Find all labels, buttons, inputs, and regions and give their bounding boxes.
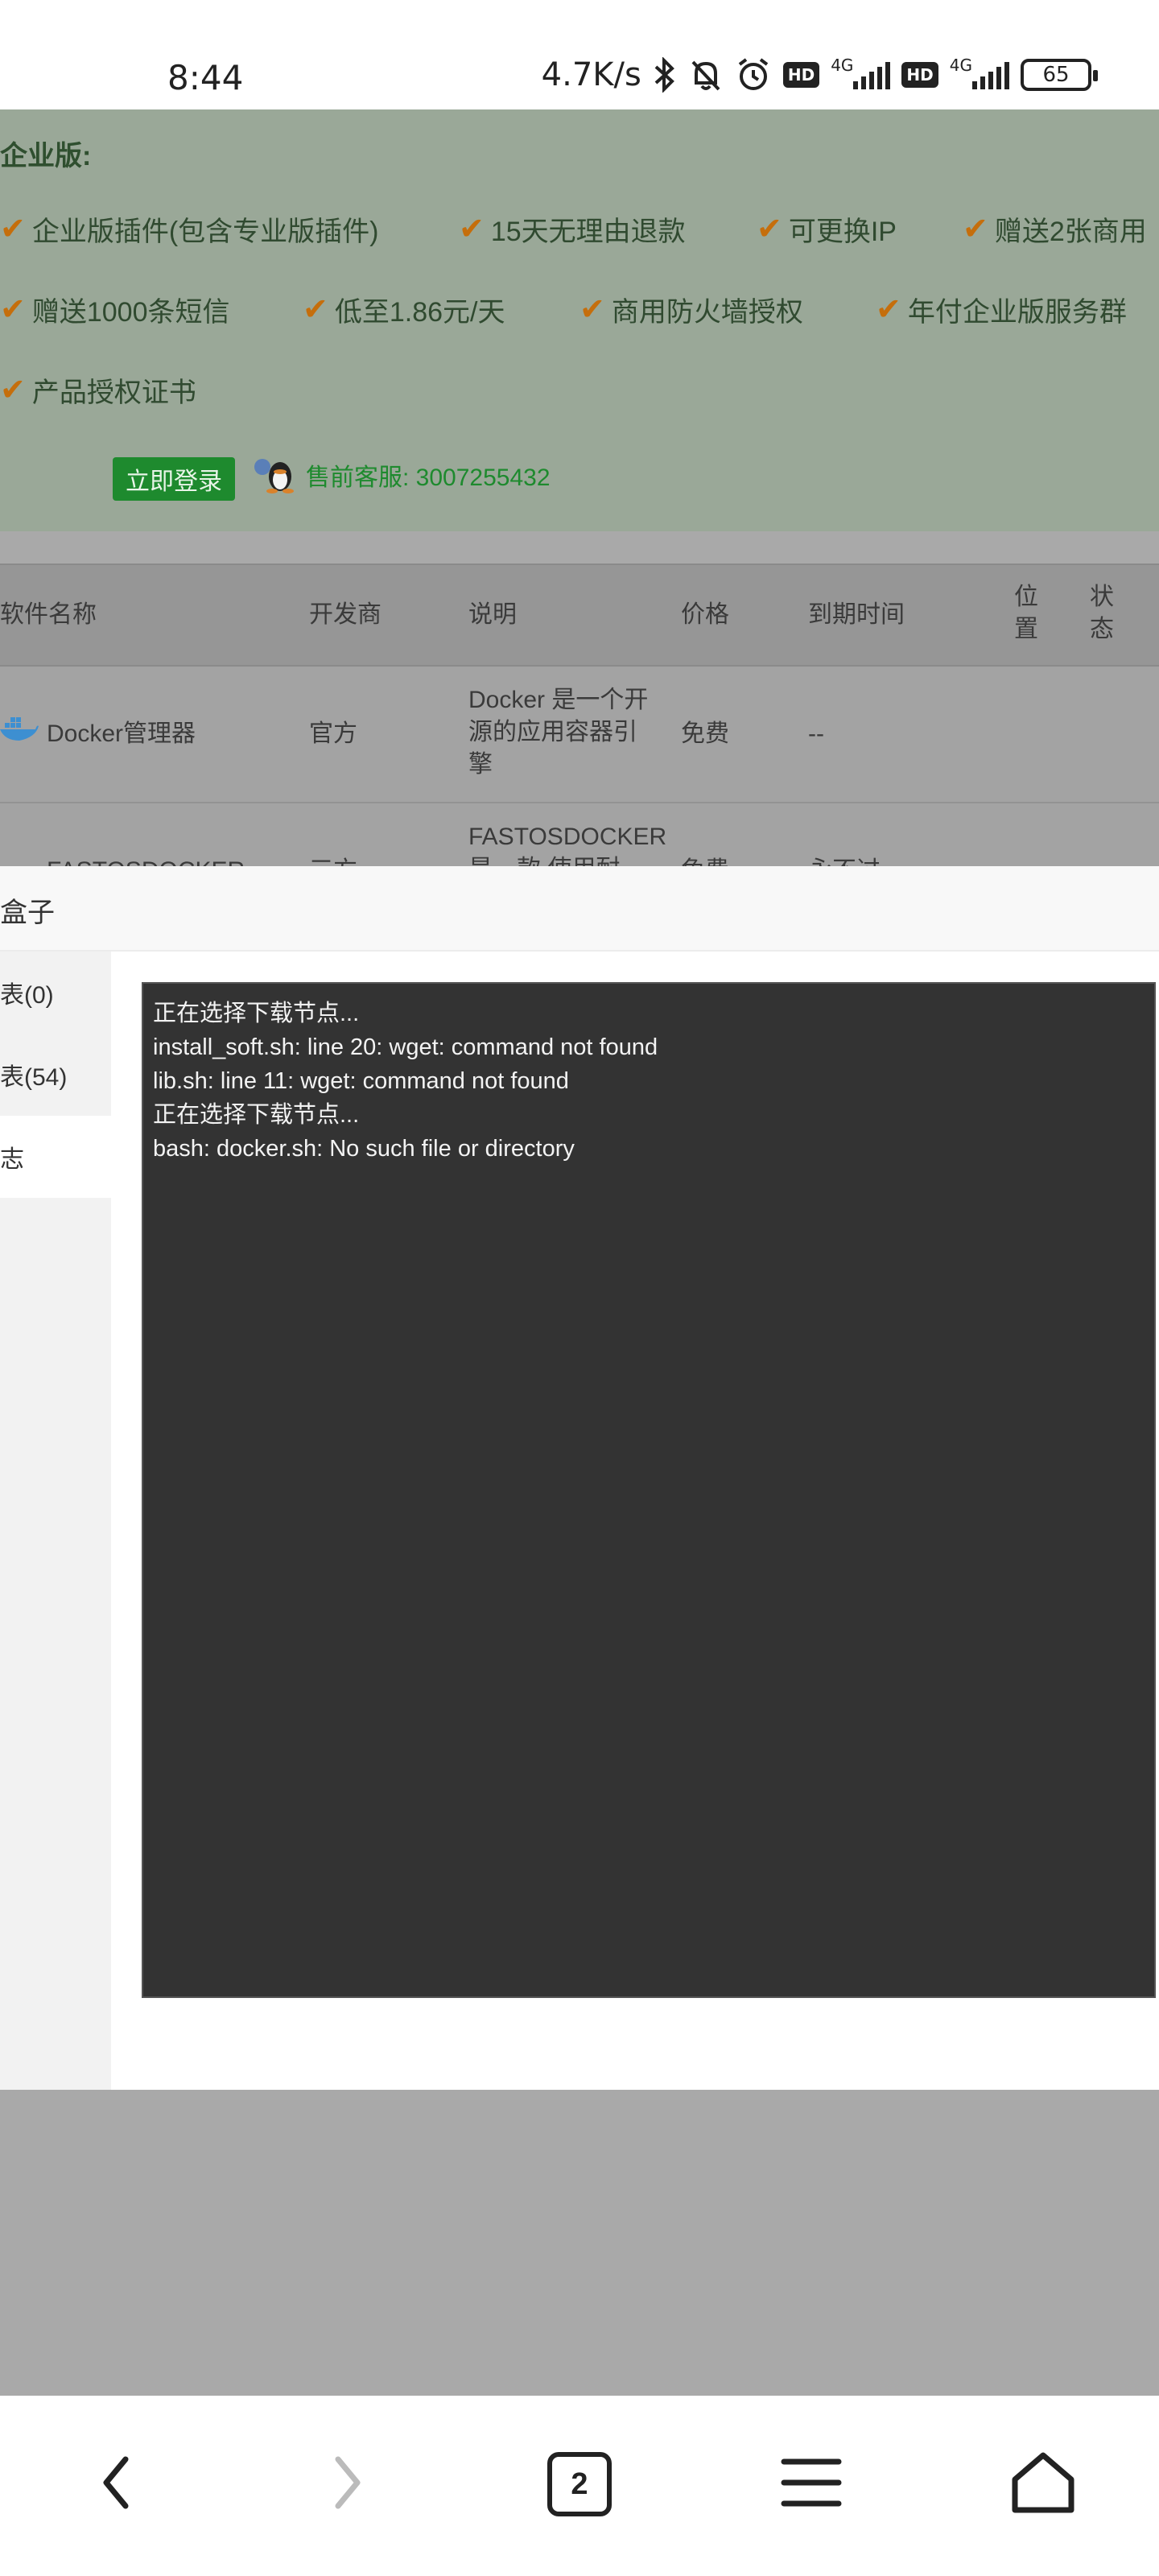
qq-icon: [251, 456, 298, 494]
enterprise-promo: 企业版: ✔ 企业版插件(包含专业版插件) ✔ 15天无理由退款 ✔ 可更换IP ✔ 赠…: [0, 109, 1159, 531]
menu-button[interactable]: [771, 2444, 852, 2524]
modal-body: 正在选择下载节点... install_soft.sh: line 20: wg…: [111, 952, 1159, 2090]
row-description: Docker 是一个开源的应用容器引擎: [468, 687, 649, 778]
check-icon: ✔: [303, 293, 328, 327]
check-icon: ✔: [0, 293, 26, 327]
menu-icon: [781, 2457, 842, 2512]
col-expiry: 到期时间: [808, 601, 905, 628]
sidebar-item-list[interactable]: 表(54): [0, 1034, 111, 1116]
row-expiry: --: [808, 720, 824, 747]
back-button[interactable]: [76, 2444, 156, 2524]
col-description: 说明: [468, 601, 517, 628]
status-bar: 8:44 4.7K/s HD 4G HD 4G 65: [0, 0, 1159, 109]
col-developer: 开发商: [309, 601, 382, 628]
log-line: install_soft.sh: line 20: wget: command …: [153, 1034, 658, 1060]
check-icon: ✔: [757, 213, 782, 246]
feature-item: ✔ 赠送2张商用: [963, 213, 1147, 247]
browser-nav-bar: 2: [0, 2396, 1159, 2576]
home-icon: [1010, 2450, 1076, 2519]
docker-icon: [0, 713, 39, 745]
feature-item: ✔ 赠送1000条短信: [0, 293, 230, 328]
col-price: 价格: [681, 601, 729, 628]
col-status: 状态: [1090, 584, 1114, 642]
sidebar-item-queue[interactable]: 表(0): [0, 952, 111, 1034]
battery-icon: 65: [1021, 59, 1098, 91]
login-button[interactable]: 立即登录: [113, 457, 235, 501]
log-line: bash: docker.sh: No such file or directo…: [153, 1136, 575, 1162]
check-icon: ✔: [459, 213, 485, 246]
modal-title: 盒子: [0, 898, 55, 928]
promo-title: 企业版:: [0, 141, 92, 171]
presales-contact-text: 售前客服: 3007255432: [306, 464, 551, 491]
feature-item: ✔ 低至1.86元/天: [303, 293, 505, 328]
modal-header: 盒子: [0, 866, 1159, 952]
feature-item: ✔ 15天无理由退款: [459, 213, 686, 247]
table-row[interactable]: Docker管理器 官方 Docker 是一个开源的应用容器引擎 免费 --: [0, 667, 1159, 803]
tabs-button[interactable]: 2: [539, 2444, 620, 2524]
check-icon: ✔: [0, 374, 26, 407]
tabs-icon: 2: [547, 2452, 612, 2516]
hd-icon-2: HD: [901, 62, 938, 88]
signal-icon-2: 4G: [950, 56, 1009, 89]
modal-sidebar: 表(0) 表(54) 志: [0, 952, 111, 2090]
bluetooth-icon: [653, 57, 677, 93]
signal-icon: 4G: [831, 56, 891, 89]
feature-item: ✔ 企业版插件(包含专业版插件): [0, 213, 379, 247]
home-button[interactable]: [1003, 2444, 1083, 2524]
status-time: 8:44: [167, 58, 244, 97]
net-speed: 4.7K/s: [541, 56, 641, 93]
hd-icon: HD: [782, 62, 820, 88]
check-icon: ✔: [0, 213, 26, 246]
col-name: 软件名称: [0, 601, 97, 628]
feature-item: ✔ 可更换IP: [757, 213, 897, 247]
row-name: Docker管理器: [47, 720, 196, 747]
install-log-console[interactable]: 正在选择下载节点... install_soft.sh: line 20: wg…: [142, 982, 1156, 1998]
presales-contact[interactable]: 售前客服: 3007255432: [251, 456, 551, 494]
check-icon: ✔: [580, 293, 605, 327]
alarm-icon: [735, 56, 772, 93]
forward-icon: [330, 2454, 365, 2515]
mute-bell-icon: [688, 57, 724, 93]
row-price: 免费: [681, 720, 729, 747]
back-icon: [98, 2454, 134, 2515]
row-developer: 官方: [309, 720, 357, 747]
col-position: 位置: [1014, 584, 1038, 642]
forward-button[interactable]: [307, 2444, 388, 2524]
feature-item: ✔ 产品授权证书: [0, 374, 196, 408]
table-header: 软件名称 开发商 说明 价格 到期时间 位置 状态: [0, 564, 1159, 667]
log-line: 正在选择下载节点...: [153, 1001, 360, 1026]
feature-item: ✔ 商用防火墙授权: [580, 293, 803, 328]
status-icons: 4.7K/s HD 4G HD 4G 65: [541, 56, 1098, 93]
sidebar-item-log[interactable]: 志: [0, 1116, 111, 1198]
check-icon: ✔: [876, 293, 901, 327]
log-line: lib.sh: line 11: wget: command not found: [153, 1068, 569, 1094]
log-line: 正在选择下载节点...: [153, 1102, 360, 1128]
install-modal: 盒子 表(0) 表(54) 志 正在选择下载节点... install_soft…: [0, 866, 1159, 2090]
check-icon: ✔: [963, 213, 988, 246]
feature-item: ✔ 年付企业版服务群: [876, 293, 1127, 328]
